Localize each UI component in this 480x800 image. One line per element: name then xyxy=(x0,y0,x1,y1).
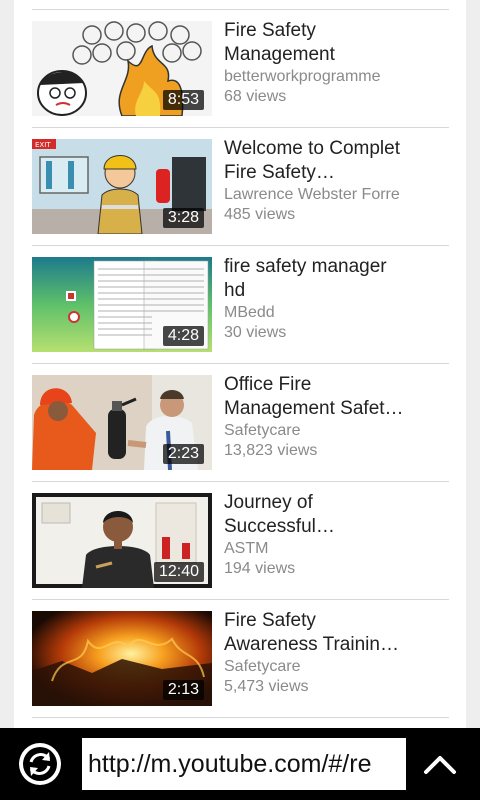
video-views: 13,823 views xyxy=(224,442,318,459)
video-title[interactable]: fire safety manager hd xyxy=(224,255,452,303)
video-duration: 2:23 xyxy=(162,444,204,464)
video-duration: 3:28 xyxy=(162,208,204,228)
video-title-line: Journey of xyxy=(224,492,313,513)
video-thumbnail[interactable]: 2:23 xyxy=(32,375,212,470)
video-item[interactable]: 8:53 Fire Safety Management betterworkpr… xyxy=(14,19,466,139)
video-title[interactable]: Fire Safety Awareness Trainin… xyxy=(224,609,452,657)
video-title[interactable]: Welcome to Complet Fire Safety… xyxy=(224,137,452,185)
video-views: 5,473 views xyxy=(224,678,309,695)
divider xyxy=(32,245,449,246)
video-channel: betterworkprogramme xyxy=(224,68,381,85)
video-channel: MBedd xyxy=(224,304,275,321)
video-duration: 12:40 xyxy=(153,562,204,582)
video-duration: 8:53 xyxy=(162,90,204,110)
divider xyxy=(32,9,449,10)
video-views: 68 views xyxy=(224,88,287,105)
divider xyxy=(32,481,449,482)
video-duration: 4:28 xyxy=(162,326,204,346)
video-views: 485 views xyxy=(224,206,296,223)
video-item[interactable]: 2:23 Office Fire Management Safet… Safet… xyxy=(14,373,466,493)
video-meta: Journey of Successful… ASTM 194 views xyxy=(224,491,452,579)
video-title-line: Fire Safety xyxy=(224,610,316,631)
video-title[interactable]: Journey of Successful… xyxy=(224,491,452,539)
video-item[interactable]: 4:28 fire safety manager hd MBedd 30 vie… xyxy=(14,255,466,375)
video-duration: 2:13 xyxy=(162,680,204,700)
video-item[interactable]: 2:13 Fire Safety Awareness Trainin… Safe… xyxy=(14,609,466,728)
video-thumbnail[interactable]: 2:13 xyxy=(32,611,212,706)
video-channel: Safetycare xyxy=(224,658,301,675)
video-channel: Lawrence Webster Forre xyxy=(224,186,400,203)
video-channel: Safetycare xyxy=(224,422,301,439)
video-meta: Fire Safety Management betterworkprogram… xyxy=(224,19,452,107)
video-title[interactable]: Office Fire Management Safet… xyxy=(224,373,452,421)
divider xyxy=(32,717,449,718)
video-item[interactable]: 12:40 Journey of Successful… ASTM 194 vi… xyxy=(14,491,466,611)
video-meta: Welcome to Complet Fire Safety… Lawrence… xyxy=(224,137,452,225)
svg-text:EXIT: EXIT xyxy=(35,141,51,149)
video-title-line: Fire Safety xyxy=(224,20,316,41)
video-title-line: Fire Safety… xyxy=(224,162,335,183)
reload-button[interactable] xyxy=(16,740,64,788)
video-thumbnail[interactable]: 4:28 xyxy=(32,257,212,352)
video-meta: Fire Safety Awareness Trainin… Safetycar… xyxy=(224,609,452,697)
video-meta: Office Fire Management Safet… Safetycare… xyxy=(224,373,452,461)
divider xyxy=(32,127,449,128)
video-thumbnail[interactable]: EXIT 3:28 xyxy=(32,139,212,234)
video-title-line: hd xyxy=(224,280,246,301)
video-title-line: Successful… xyxy=(224,516,335,537)
video-thumbnail[interactable]: 8:53 xyxy=(32,21,212,116)
video-title[interactable]: Fire Safety Management xyxy=(224,19,452,67)
chevron-up-icon xyxy=(424,756,456,774)
video-title-line: Management xyxy=(224,44,335,65)
video-item[interactable]: EXIT 3:28 Welcome to Complet Fire Safety… xyxy=(14,137,466,257)
video-title-line: Welcome to Complet xyxy=(224,138,400,159)
url-field[interactable] xyxy=(82,738,406,790)
scroll-to-top-button[interactable] xyxy=(418,746,462,782)
divider xyxy=(32,363,449,364)
video-title-line: Management Safet… xyxy=(224,398,404,419)
video-title-line: fire safety manager xyxy=(224,256,387,277)
video-views: 194 views xyxy=(224,560,296,577)
reload-icon xyxy=(19,743,61,785)
browser-toolbar xyxy=(0,728,480,800)
browser-screen: 8:53 Fire Safety Management betterworkpr… xyxy=(0,0,480,800)
video-views: 30 views xyxy=(224,324,287,341)
video-title-line: Awareness Trainin… xyxy=(224,634,399,655)
video-thumbnail[interactable]: 12:40 xyxy=(32,493,212,588)
video-list-page: 8:53 Fire Safety Management betterworkpr… xyxy=(14,0,466,728)
video-channel: ASTM xyxy=(224,540,269,557)
video-title-line: Office Fire xyxy=(224,374,312,395)
video-meta: fire safety manager hd MBedd 30 views xyxy=(224,255,452,343)
divider xyxy=(32,599,449,600)
